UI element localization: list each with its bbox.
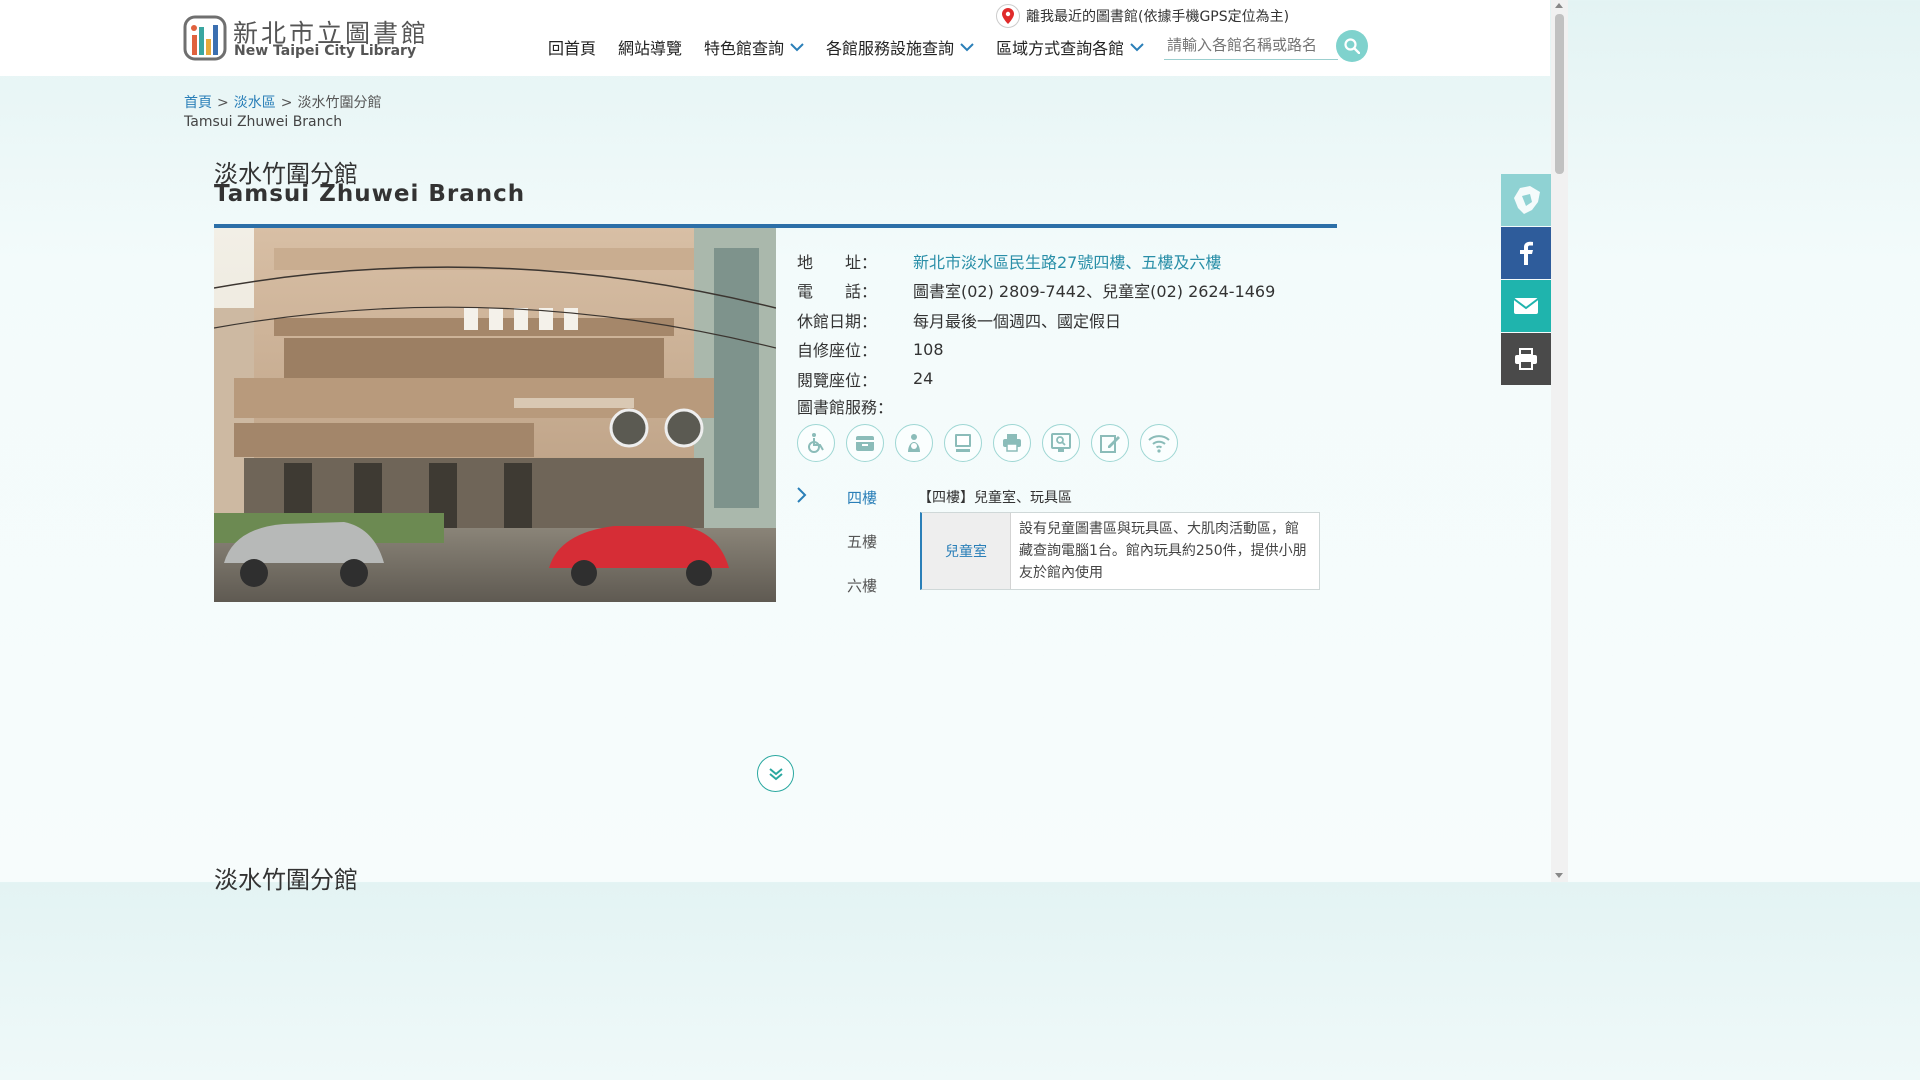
nearest-library-text: 離我最近的圖書館(依據手機GPS定位為主) xyxy=(1026,9,1290,25)
chevron-down-icon xyxy=(790,42,804,51)
scroll-down-button[interactable] xyxy=(757,755,794,792)
branch-photo xyxy=(214,228,776,602)
study-seats-label: 自修座位： xyxy=(797,341,878,361)
study-seats-value: 108 xyxy=(913,339,944,359)
nursing-room-icon[interactable] xyxy=(895,424,933,462)
nav-sitemap[interactable]: 網站導覽 xyxy=(618,35,682,59)
wifi-icon[interactable] xyxy=(1140,424,1178,462)
location-pin-icon xyxy=(996,4,1020,28)
computer-icon[interactable] xyxy=(944,424,982,462)
print-button[interactable] xyxy=(1501,333,1551,385)
chevron-down-icon xyxy=(1130,42,1144,51)
branch-info: 地 址： 新北市淡水區民生路27號四樓、五樓及六樓 電 話： 圖書室(02) 2… xyxy=(797,246,1337,394)
printer-icon[interactable] xyxy=(993,424,1031,462)
nearest-library-link[interactable]: 離我最近的圖書館(依據手機GPS定位為主) xyxy=(996,3,1289,29)
print-icon xyxy=(1515,348,1537,370)
search-input[interactable] xyxy=(1164,30,1338,60)
site-logo[interactable]: 新北市立圖書館 New Taipei City Library xyxy=(183,13,443,63)
facebook-icon xyxy=(1520,241,1533,265)
site-header: 新北市立圖書館 New Taipei City Library 離我最近的圖書館… xyxy=(0,0,1550,76)
logo-english: New Taipei City Library xyxy=(234,43,417,59)
chevron-down-icon xyxy=(960,42,974,51)
double-chevron-down-icon xyxy=(768,767,783,780)
locker-icon[interactable] xyxy=(846,424,884,462)
floor-heading: 【四樓】兒童室、玩具區 xyxy=(918,490,1072,506)
edit-icon[interactable] xyxy=(1091,424,1129,462)
breadcrumb-current-english: Tamsui Zhuwei Branch xyxy=(184,114,343,130)
nav-facility-search[interactable]: 各館服務設施查詢 xyxy=(826,35,974,59)
search-terminal-icon[interactable] xyxy=(1042,424,1080,462)
service-icons xyxy=(797,424,1189,462)
closed-label: 休館日期： xyxy=(797,311,878,331)
main-nav: 回首頁 網站導覽 特色館查詢 各館服務設施查詢 區域方式查詢各館 xyxy=(548,34,1166,60)
floor-tab-4[interactable]: 四樓 xyxy=(847,487,877,508)
breadcrumb-current: 淡水竹圍分館 xyxy=(297,95,382,111)
reading-seats-row: 閱覽座位： 24 xyxy=(797,364,1337,394)
page-title-english: Tamsui Zhuwei Branch xyxy=(214,181,526,207)
address-link[interactable]: 新北市淡水區民生路27號四樓、五樓及六樓 xyxy=(913,249,1221,273)
scroll-thumb[interactable] xyxy=(1555,14,1564,174)
floor-tab-6[interactable]: 六樓 xyxy=(847,575,877,596)
new-taipei-map-button[interactable] xyxy=(1501,174,1551,226)
search-box xyxy=(1164,30,1368,62)
breadcrumb-separator: > xyxy=(217,95,229,111)
floor-room-description: 設有兒童圖書區與玩具區、大肌肉活動區，館藏查詢電腦1台。館內玩具約250件，提供… xyxy=(1019,521,1307,581)
search-icon xyxy=(1344,38,1360,54)
mail-icon xyxy=(1513,298,1539,314)
facebook-share-button[interactable] xyxy=(1501,227,1551,279)
closed-row: 休館日期： 每月最後一個週四、國定假日 xyxy=(797,305,1337,335)
nav-home-label: 回首頁 xyxy=(548,39,597,58)
breadcrumb-separator: > xyxy=(280,95,293,111)
phone-label: 電 話： xyxy=(797,282,878,302)
reading-seats-label: 閱覽座位： xyxy=(797,370,878,390)
chevron-right-icon xyxy=(797,487,807,503)
breadcrumb-home[interactable]: 首頁 xyxy=(184,95,212,111)
nav-area-search-label: 區域方式查詢各館 xyxy=(996,39,1125,58)
map-icon xyxy=(1514,186,1540,214)
phone-value: 圖書室(02) 2809-7442、兒童室(02) 2624-1469 xyxy=(913,282,1276,302)
nav-facility-search-label: 各館服務設施查詢 xyxy=(826,39,955,58)
closed-value: 每月最後一個週四、國定假日 xyxy=(913,311,1122,331)
breadcrumb: 首頁 > 淡水區 > 淡水竹圍分館 xyxy=(184,92,381,112)
email-share-button[interactable] xyxy=(1501,280,1551,332)
nav-area-search[interactable]: 區域方式查詢各館 xyxy=(996,35,1144,59)
address-row: 地 址： 新北市淡水區民生路27號四樓、五樓及六樓 xyxy=(797,246,1337,276)
scroll-down-arrow[interactable] xyxy=(1555,873,1563,878)
breadcrumb-district[interactable]: 淡水區 xyxy=(234,95,276,111)
floor-room-name: 兒童室 xyxy=(922,513,1011,589)
floor-detail-table: 兒童室 設有兒童圖書區與玩具區、大肌肉活動區，館藏查詢電腦1台。館內玩具約250… xyxy=(920,512,1320,590)
phone-row: 電 話： 圖書室(02) 2809-7442、兒童室(02) 2624-1469 xyxy=(797,276,1337,306)
nav-home[interactable]: 回首頁 xyxy=(548,35,596,59)
reading-seats-value: 24 xyxy=(913,369,934,389)
nav-feature-search-label: 特色館查詢 xyxy=(704,39,785,58)
services-label: 圖書館服務： xyxy=(797,398,894,417)
section-title: 淡水竹圍分館 xyxy=(214,866,358,894)
study-seats-row: 自修座位： 108 xyxy=(797,335,1337,365)
library-logo-icon xyxy=(183,15,227,61)
building-image xyxy=(214,228,776,602)
nav-feature-search[interactable]: 特色館查詢 xyxy=(704,35,804,59)
address-label: 地 址： xyxy=(797,252,878,272)
page-scrollbar[interactable] xyxy=(1551,0,1568,882)
search-button[interactable] xyxy=(1336,30,1368,62)
nav-sitemap-label: 網站導覽 xyxy=(618,39,683,58)
wheelchair-icon[interactable] xyxy=(797,424,835,462)
floor-tab-5[interactable]: 五樓 xyxy=(847,531,877,552)
share-sidebar xyxy=(1501,174,1551,386)
scroll-up-arrow[interactable] xyxy=(1555,3,1563,8)
